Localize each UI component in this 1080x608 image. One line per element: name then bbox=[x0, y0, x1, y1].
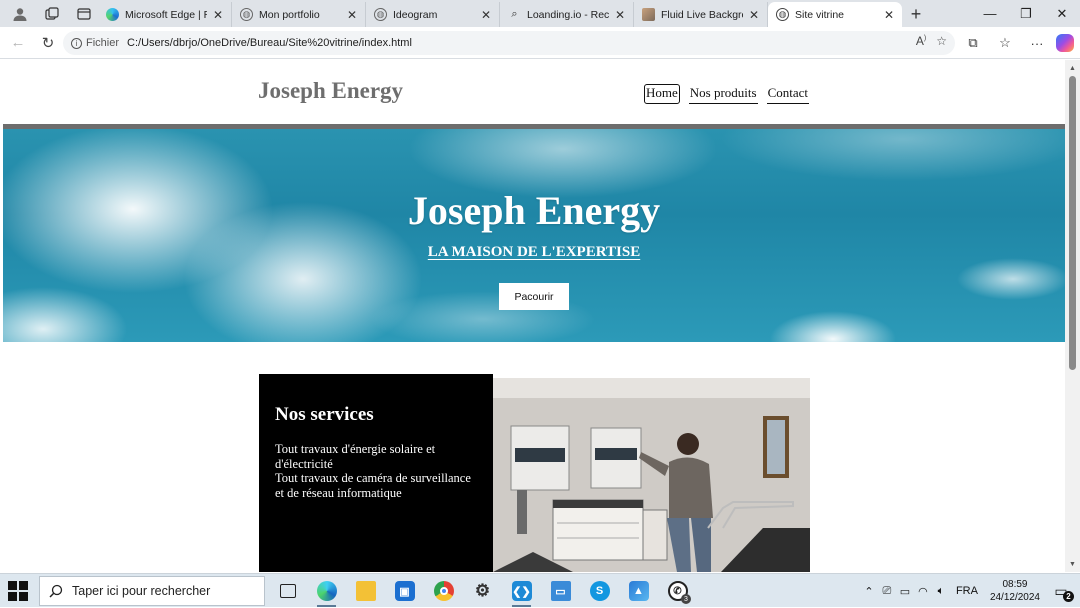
clock-time: 08:59 bbox=[1002, 579, 1028, 590]
minimize-icon[interactable]: — bbox=[972, 0, 1008, 27]
services-panel: Nos services Tout travaux d'énergie sola… bbox=[259, 374, 493, 572]
vscode-icon[interactable]: ❮❯ bbox=[502, 574, 541, 608]
task-view-icon[interactable] bbox=[268, 574, 307, 608]
tab-title: Site vitrine bbox=[795, 8, 845, 21]
scrollbar-thumb[interactable] bbox=[1069, 76, 1076, 370]
read-aloud-icon[interactable]: A) bbox=[916, 34, 926, 48]
system-tray: ⌃ ⎚ ▭ ◠ 🔈︎ FRA 08:59 24/12/2024 ▭ 2 bbox=[860, 574, 1080, 608]
close-icon[interactable]: ✕ bbox=[347, 8, 357, 22]
globe-icon: ◍ bbox=[240, 8, 253, 21]
edge-taskbar-icon[interactable] bbox=[307, 574, 346, 608]
file-explorer-icon[interactable] bbox=[346, 574, 385, 608]
remote-desktop-icon[interactable]: ▭ bbox=[541, 574, 580, 608]
back-arrow-icon[interactable]: ← bbox=[3, 28, 33, 58]
volume-icon[interactable]: 🔈︎ bbox=[932, 585, 950, 598]
notifications-icon[interactable]: ▭ 2 bbox=[1050, 580, 1074, 602]
tab-title: Ideogram bbox=[393, 8, 438, 21]
more-menu-icon[interactable]: ··· bbox=[1024, 30, 1050, 56]
url-text[interactable]: C:/Users/dbrjo/OneDrive/Bureau/Site%20vi… bbox=[127, 37, 412, 49]
site-info[interactable]: i Fichier bbox=[71, 37, 119, 49]
page-scrollbar[interactable]: ▲ ▼ bbox=[1065, 60, 1080, 572]
notification-count: 2 bbox=[1063, 591, 1074, 602]
chrome-icon[interactable] bbox=[424, 574, 463, 608]
tab-actions-icon[interactable] bbox=[70, 2, 98, 26]
address-bar[interactable]: i Fichier C:/Users/dbrjo/OneDrive/Bureau… bbox=[63, 31, 955, 55]
extensions-icon[interactable]: ⧉ bbox=[960, 30, 986, 56]
restore-icon[interactable]: ❐ bbox=[1008, 0, 1044, 27]
photos-icon[interactable]: ▲ bbox=[619, 574, 658, 608]
nav-contact[interactable]: Contact bbox=[766, 84, 810, 104]
new-tab-plus-icon[interactable]: + bbox=[902, 2, 930, 27]
taskbar-apps: ▣ ⚙ ❮❯ ▭ S ▲ ✆ 3 bbox=[268, 574, 697, 608]
site-nav: Home Nos produits Contact bbox=[644, 84, 810, 104]
browser-tab[interactable]: ◍ Mon portfolio ✕ bbox=[232, 2, 366, 27]
browser-tab[interactable]: ◍ Ideogram ✕ bbox=[366, 2, 500, 27]
skype-icon[interactable]: S bbox=[580, 574, 619, 608]
site-brand[interactable]: Joseph Energy bbox=[258, 78, 403, 104]
search-icon bbox=[49, 584, 63, 598]
info-icon: i bbox=[71, 37, 82, 49]
hero-subtitle[interactable]: LA MAISON DE L'EXPERTISE bbox=[428, 244, 640, 260]
close-icon[interactable]: ✕ bbox=[213, 8, 223, 22]
search-icon: ⌕ bbox=[511, 8, 518, 20]
chevron-up-icon[interactable]: ⌃ bbox=[860, 585, 878, 598]
service-solar: Tout travaux d'énergie solaire et d'élec… bbox=[275, 442, 436, 471]
wifi-icon[interactable]: ◠ bbox=[914, 585, 932, 598]
tab-title: Fluid Live Backgroun bbox=[661, 8, 743, 21]
scroll-up-icon[interactable]: ▲ bbox=[1065, 62, 1080, 74]
whatsapp-badge: 3 bbox=[681, 594, 691, 604]
profile-icon[interactable] bbox=[6, 2, 34, 26]
close-icon[interactable]: ✕ bbox=[481, 8, 491, 22]
meet-now-icon[interactable]: ⎚ bbox=[878, 585, 896, 598]
favorite-star-icon[interactable]: ☆ bbox=[936, 34, 947, 48]
image-icon bbox=[642, 8, 655, 21]
nav-nos-produits[interactable]: Nos produits bbox=[688, 84, 758, 104]
scroll-down-icon[interactable]: ▼ bbox=[1065, 558, 1080, 570]
taskbar-clock[interactable]: 08:59 24/12/2024 bbox=[990, 578, 1040, 604]
favorites-icon[interactable]: ☆ bbox=[992, 30, 1018, 56]
globe-icon: ◍ bbox=[374, 8, 387, 21]
clock-date: 24/12/2024 bbox=[989, 592, 1040, 603]
page-viewport: Joseph Energy Home Nos produits Contact … bbox=[3, 60, 1065, 572]
close-window-icon[interactable]: ✕ bbox=[1044, 0, 1080, 27]
tab-title: Mon portfolio bbox=[259, 8, 320, 21]
windows-taskbar: Taper ici pour rechercher ▣ ⚙ ❮❯ ▭ S ▲ ✆… bbox=[0, 573, 1080, 607]
close-icon[interactable]: ✕ bbox=[615, 8, 625, 22]
browser-tab-active[interactable]: ◍ Site vitrine ✕ bbox=[768, 2, 902, 27]
hero-banner: Joseph Energy LA MAISON DE L'EXPERTISE P… bbox=[3, 129, 1065, 342]
battery-icon[interactable]: ▭ bbox=[896, 585, 914, 598]
browser-toolbar: ← ↻ i Fichier C:/Users/dbrjo/OneDrive/Bu… bbox=[0, 27, 1080, 59]
browser-tab[interactable]: Fluid Live Backgroun ✕ bbox=[634, 2, 768, 27]
globe-icon: ◍ bbox=[776, 8, 789, 21]
settings-gear-icon[interactable]: ⚙ bbox=[463, 574, 502, 608]
taskbar-search-box[interactable]: Taper ici pour rechercher bbox=[39, 576, 265, 606]
close-icon[interactable]: ✕ bbox=[884, 8, 894, 22]
windows-start-icon[interactable] bbox=[8, 581, 28, 601]
technician-photo bbox=[493, 378, 810, 572]
services-title: Nos services bbox=[275, 404, 374, 425]
whatsapp-icon[interactable]: ✆ 3 bbox=[658, 574, 697, 608]
close-icon[interactable]: ✕ bbox=[749, 8, 759, 22]
parcourir-button[interactable]: Pacourir bbox=[499, 283, 569, 310]
edge-icon bbox=[106, 8, 119, 21]
site-header: Joseph Energy Home Nos produits Contact bbox=[3, 60, 1065, 125]
copilot-icon[interactable] bbox=[1056, 34, 1074, 52]
browser-tab-strip: Microsoft Edge | Rés ✕ ◍ Mon portfolio ✕… bbox=[0, 0, 1080, 27]
refresh-icon[interactable]: ↻ bbox=[33, 28, 63, 58]
browser-tab[interactable]: ⌕ Loanding.io - Recher ✕ bbox=[500, 2, 634, 27]
language-indicator[interactable]: FRA bbox=[956, 585, 978, 597]
service-camera-network: Tout travaux de caméra de surveillance e… bbox=[275, 471, 471, 500]
nav-home[interactable]: Home bbox=[644, 84, 680, 104]
taskbar-search-placeholder: Taper ici pour rechercher bbox=[72, 584, 211, 598]
scheme-label: Fichier bbox=[86, 37, 120, 49]
tab-title: Loanding.io - Recher bbox=[527, 8, 609, 21]
hero-title: Joseph Energy bbox=[407, 188, 661, 233]
tab-title: Microsoft Edge | Rés bbox=[125, 8, 207, 21]
store-icon[interactable]: ▣ bbox=[385, 574, 424, 608]
workspaces-icon[interactable] bbox=[38, 2, 66, 26]
hero-subtitle-wrap: LA MAISON DE L'EXPERTISE bbox=[3, 243, 1065, 261]
browser-tab[interactable]: Microsoft Edge | Rés ✕ bbox=[98, 2, 232, 27]
